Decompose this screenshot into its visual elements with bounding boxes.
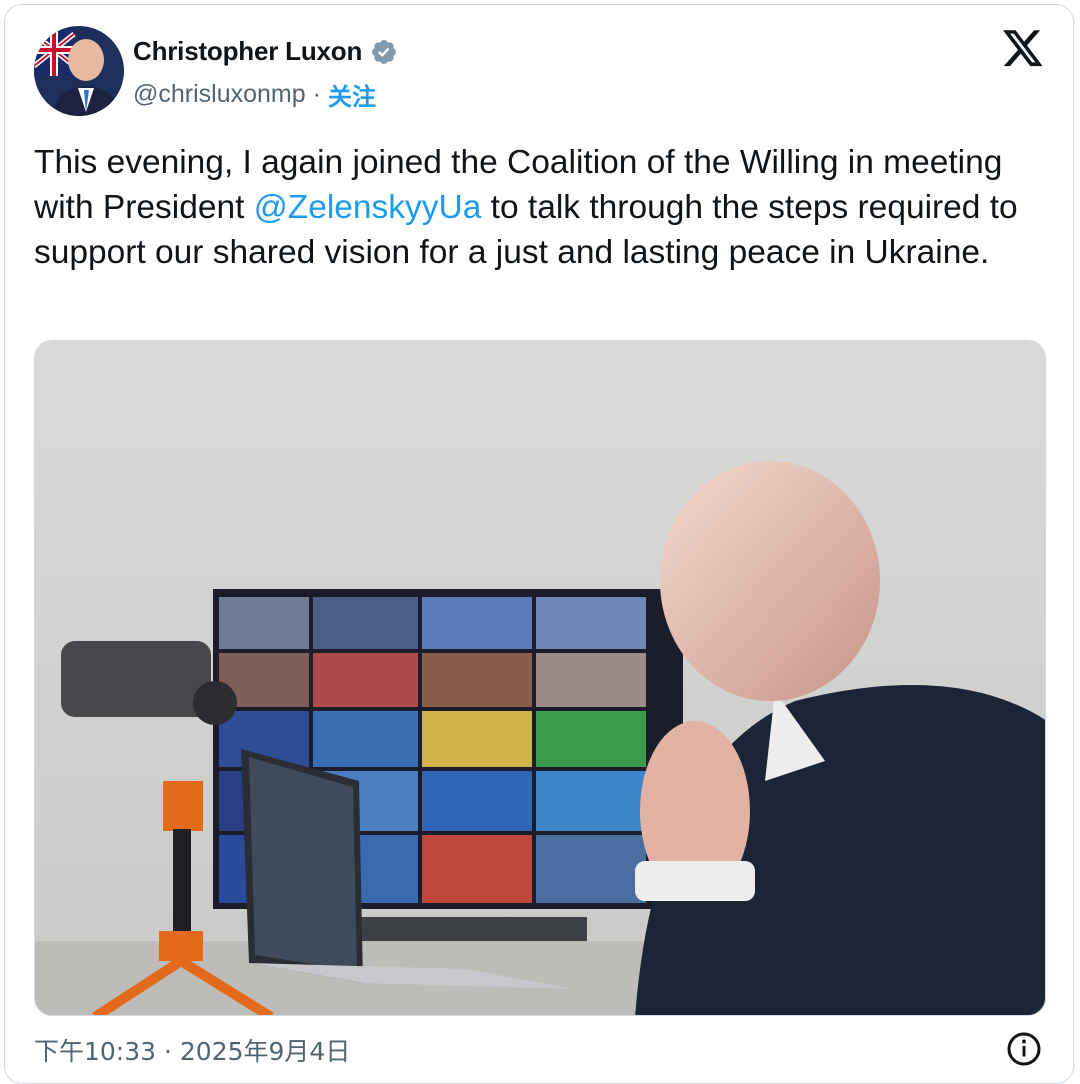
author-handle[interactable]: @chrisluxonmp [133,80,306,109]
verified-badge-icon [372,39,397,64]
separator-dot: · [312,80,321,108]
author-handle-row: @chrisluxonmp · 关注 [133,77,376,112]
photo-video-call-scene [35,341,1045,1015]
x-logo-icon[interactable] [1003,30,1044,68]
mention-link[interactable]: @ZelenskyyUa [254,189,482,226]
follow-button[interactable]: 关注 [328,77,376,112]
tweet-text: This evening, I again joined the Coaliti… [34,140,1034,275]
tweet-timestamp[interactable]: 下午10:33 · 2025年9月4日 [34,1032,350,1068]
info-icon[interactable] [1006,1031,1042,1067]
author-name-row: Christopher Luxon [133,36,398,67]
avatar[interactable] [34,26,124,116]
author-name[interactable]: Christopher Luxon [133,36,362,67]
tweet-photo[interactable] [34,340,1046,1016]
avatar-image [34,26,124,116]
